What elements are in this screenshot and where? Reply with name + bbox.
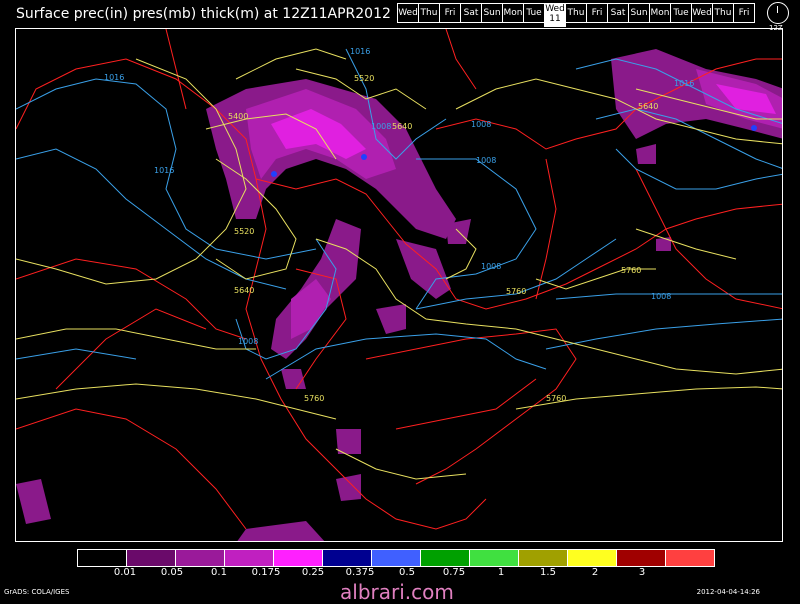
day-cell: Wed 11 xyxy=(544,3,566,27)
pressure-label: 1016 xyxy=(154,166,174,175)
day-cell: Tue xyxy=(523,3,545,23)
legend-tick-label: 0.1 xyxy=(211,567,227,578)
day-cell: Fri xyxy=(586,3,608,23)
thickness-label: 5400 xyxy=(228,112,248,121)
day-cell: Thu xyxy=(565,3,587,23)
thickness-label: 5760 xyxy=(304,394,324,403)
pressure-label: 1016 xyxy=(104,73,124,82)
legend-swatch xyxy=(518,549,568,567)
pressure-label: 1008 xyxy=(651,292,671,301)
legend-tick-label: 0.175 xyxy=(251,567,281,578)
thickness-label: 5640 xyxy=(234,286,254,295)
day-cell: Sun xyxy=(481,3,503,23)
low-marker-icon xyxy=(271,171,277,177)
clock-icon xyxy=(767,2,789,24)
legend-tick-label: 0.5 xyxy=(399,567,415,578)
pressure-label: 1008 xyxy=(471,120,491,129)
legend-tick-label: 1 xyxy=(497,567,505,578)
thickness-label: 5520 xyxy=(234,227,254,236)
precip-area xyxy=(336,429,361,454)
legend-swatch xyxy=(616,549,666,567)
selected-date: 11 xyxy=(549,14,561,24)
day-cell: Sun xyxy=(628,3,650,23)
precip-area xyxy=(636,144,656,164)
day-cell: Tue xyxy=(670,3,692,23)
map-canvas: 1016 1016 1016 1016 1008 1008 1008 1008 … xyxy=(16,29,782,541)
day-cell: Fri xyxy=(733,3,755,23)
day-cell: Thu xyxy=(712,3,734,23)
map-title: Surface prec(in) pres(mb) thick(m) at 12… xyxy=(16,6,391,22)
legend-swatch xyxy=(371,549,421,567)
legend-swatch xyxy=(567,549,617,567)
watermark: albrari.com xyxy=(340,580,454,604)
legend-ticks: 0.01 0.05 0.1 0.175 0.25 0.375 0.5 0.75 1 1.5 2 3 xyxy=(0,567,800,581)
legend-swatch xyxy=(224,549,274,567)
thickness-label: 5640 xyxy=(638,102,658,111)
day-cell: Wed xyxy=(397,3,419,23)
legend-tick-label: 3 xyxy=(638,567,646,578)
day-selector: Wed Thu Fri Sat Sun Mon Tue Wed 11 Thu Fri Sat Sun Mo… xyxy=(397,3,755,27)
pressure-label: 1008 xyxy=(238,337,258,346)
pressure-label: 1008 xyxy=(481,262,501,271)
legend-tick-label: 0.25 xyxy=(301,567,325,578)
legend-tick-label: 0.75 xyxy=(442,567,466,578)
legend-tick-label: 0.05 xyxy=(160,567,184,578)
precip-area xyxy=(336,474,361,501)
legend-swatch xyxy=(175,549,225,567)
legend-swatch xyxy=(77,549,127,567)
legend-tick-label: 0.375 xyxy=(345,567,375,578)
legend-swatch xyxy=(126,549,176,567)
low-marker-icon xyxy=(751,125,757,131)
precip-area xyxy=(237,521,325,541)
thickness-label: 5520 xyxy=(354,74,374,83)
precip-area xyxy=(656,237,671,251)
legend-tick-label: 0.01 xyxy=(113,567,137,578)
pressure-label: 1016 xyxy=(350,47,370,56)
legend-swatch xyxy=(273,549,323,567)
precip-area xyxy=(376,304,406,334)
precip-area xyxy=(396,239,451,299)
pressure-label: 1008 xyxy=(371,122,391,131)
credit-label: GrADS: COLA/IGES xyxy=(4,588,70,596)
weather-map: 1016 1016 1016 1016 1008 1008 1008 1008 … xyxy=(15,28,783,542)
day-cell: Wed xyxy=(691,3,713,23)
thickness-label: 5640 xyxy=(392,122,412,131)
day-cell: Mon xyxy=(649,3,671,23)
legend-swatch xyxy=(665,549,715,567)
pressure-label: 1016 xyxy=(674,79,694,88)
thickness-label: 5760 xyxy=(546,394,566,403)
legend-swatch xyxy=(420,549,470,567)
thickness-label: 5760 xyxy=(621,266,641,275)
legend-swatch xyxy=(322,549,372,567)
day-cell: Sat xyxy=(607,3,629,23)
pressure-label: 1008 xyxy=(476,156,496,165)
day-cell: Mon xyxy=(502,3,524,23)
legend-swatch xyxy=(469,549,519,567)
low-marker-icon xyxy=(361,154,367,160)
day-cell: Thu xyxy=(418,3,440,23)
selected-day: Wed xyxy=(545,4,565,14)
legend-tick-label: 2 xyxy=(591,567,599,578)
precip-area xyxy=(16,479,51,524)
thickness-label: 5760 xyxy=(506,287,526,296)
day-cell: Fri xyxy=(439,3,461,23)
precip-legend xyxy=(77,549,715,567)
timestamp-label: 2012-04-04-14:26 xyxy=(696,588,760,596)
legend-tick-label: 1.5 xyxy=(540,567,556,578)
day-cell: Sat xyxy=(460,3,482,23)
